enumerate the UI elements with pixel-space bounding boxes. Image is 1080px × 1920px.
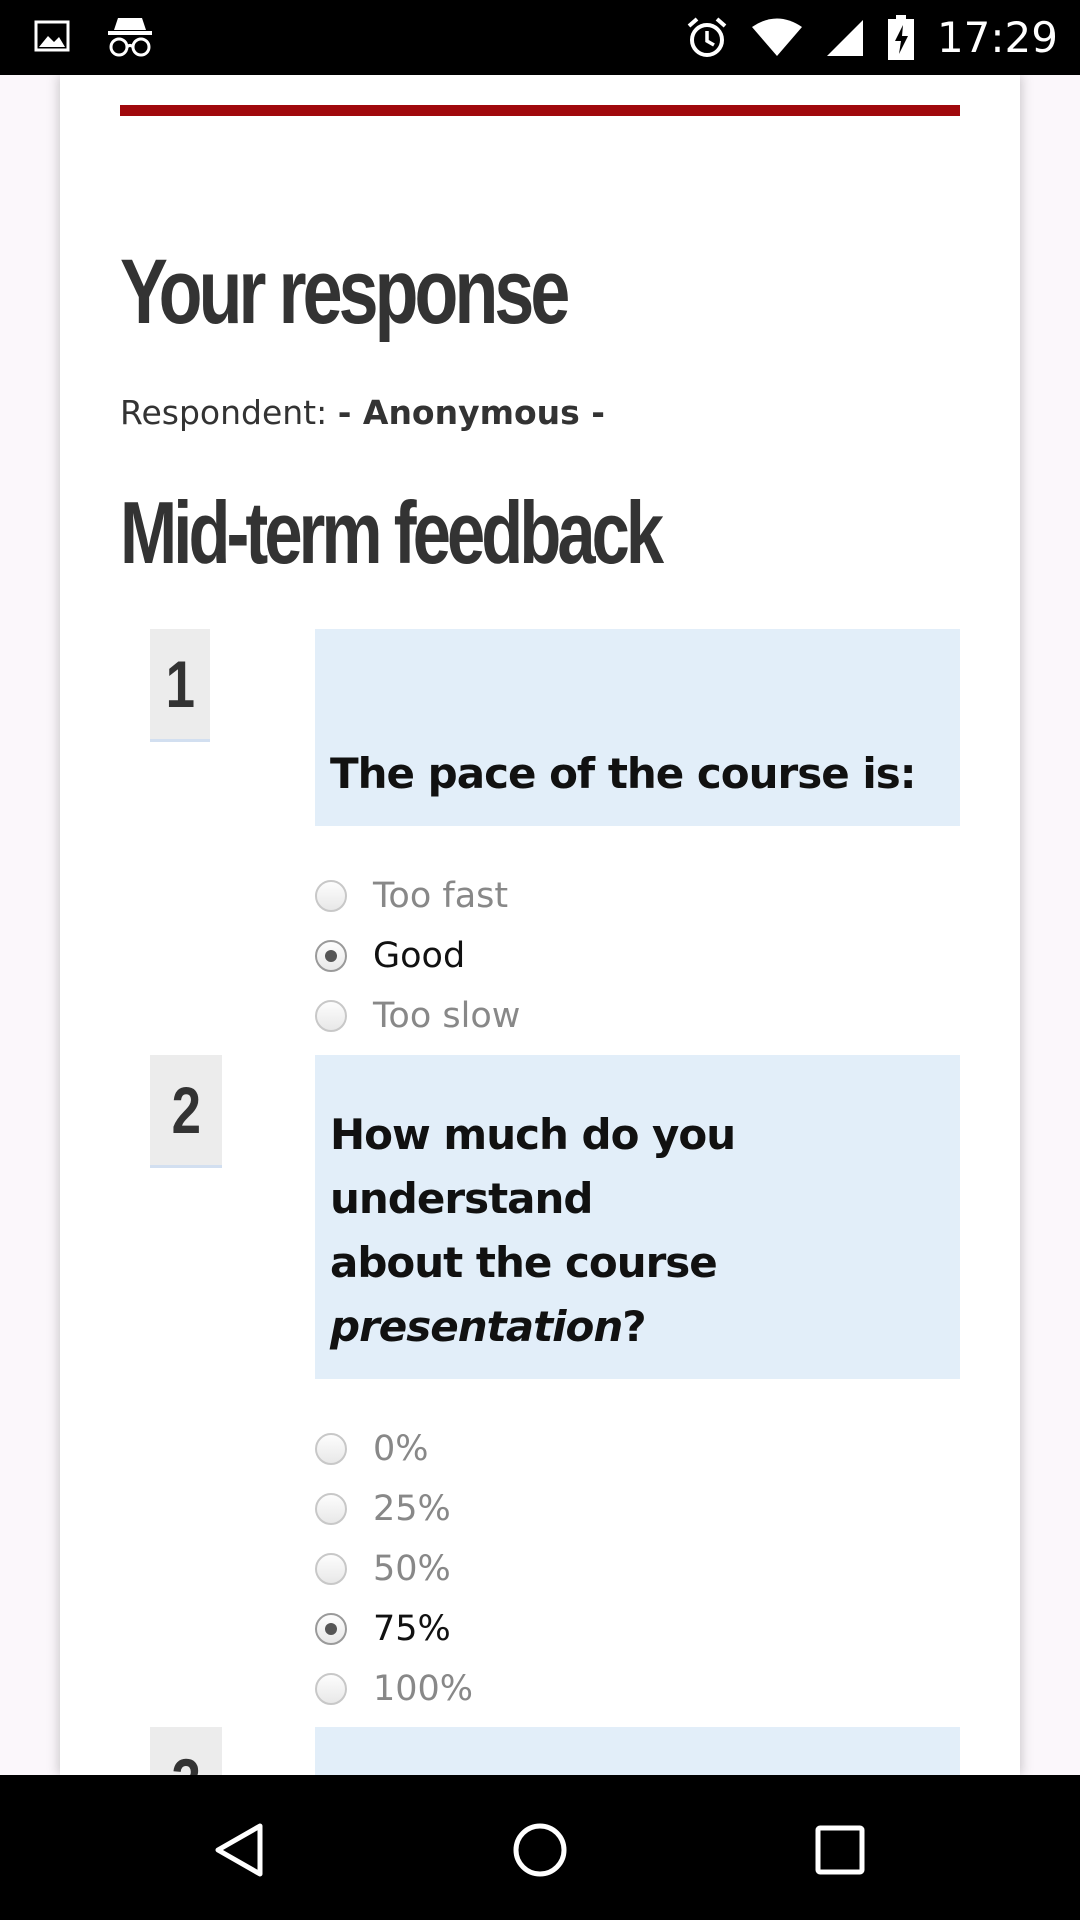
radio-button[interactable] — [315, 880, 347, 912]
option-too-fast[interactable]: Too fast — [315, 868, 508, 924]
question-box: How much do you understand about the cou… — [315, 1055, 960, 1379]
option-label: 75% — [373, 1609, 451, 1649]
option-label: 50% — [373, 1549, 451, 1589]
option-label: 0% — [373, 1429, 429, 1469]
page-title: Your response — [120, 241, 570, 343]
battery-charging-icon — [887, 15, 915, 61]
option-too-slow[interactable]: Too slow — [315, 988, 520, 1044]
option-50-percent[interactable]: 50% — [315, 1541, 451, 1597]
home-icon[interactable] — [510, 1820, 570, 1880]
option-label: 100% — [373, 1669, 474, 1709]
navigation-bar — [0, 1775, 1080, 1920]
option-25-percent[interactable]: 25% — [315, 1481, 451, 1537]
option-label: 25% — [373, 1489, 451, 1529]
option-75-percent[interactable]: 75% — [315, 1601, 451, 1657]
signal-icon — [825, 18, 865, 58]
back-icon[interactable] — [210, 1820, 270, 1880]
question-number: 1 — [150, 629, 210, 742]
recents-icon[interactable] — [810, 1820, 870, 1880]
image-icon — [34, 20, 70, 52]
option-label: Too slow — [373, 996, 521, 1036]
question-number: 2 — [150, 1055, 222, 1168]
option-label: Good — [373, 936, 466, 976]
radio-button-checked[interactable] — [315, 1613, 347, 1645]
respondent-value: - Anonymous - — [337, 393, 605, 432]
question-text: How much do you understand about the cou… — [330, 1110, 736, 1351]
accent-divider — [120, 105, 960, 116]
option-100-percent[interactable]: 100% — [315, 1661, 473, 1717]
respondent-label: Respondent: — [120, 393, 328, 432]
response-card: Your response Respondent: - Anonymous - … — [60, 75, 1020, 1847]
status-bar: 17:29 — [0, 0, 1080, 75]
incognito-icon — [106, 14, 154, 58]
clock-time: 17:29 — [936, 13, 1058, 62]
radio-button[interactable] — [315, 1433, 347, 1465]
radio-button[interactable] — [315, 1493, 347, 1525]
question-box: The pace of the course is: — [315, 629, 960, 826]
section-title: Mid-term feedback — [120, 483, 664, 582]
option-good[interactable]: Good — [315, 928, 465, 984]
alarm-icon — [685, 16, 729, 60]
respondent-line: Respondent: - Anonymous - — [120, 393, 605, 432]
option-0-percent[interactable]: 0% — [315, 1421, 429, 1477]
radio-button[interactable] — [315, 1673, 347, 1705]
radio-button[interactable] — [315, 1553, 347, 1585]
radio-button[interactable] — [315, 1000, 347, 1032]
radio-button-checked[interactable] — [315, 940, 347, 972]
wifi-icon — [751, 18, 803, 58]
question-text: The pace of the course is: — [330, 749, 917, 798]
option-label: Too fast — [373, 876, 509, 916]
